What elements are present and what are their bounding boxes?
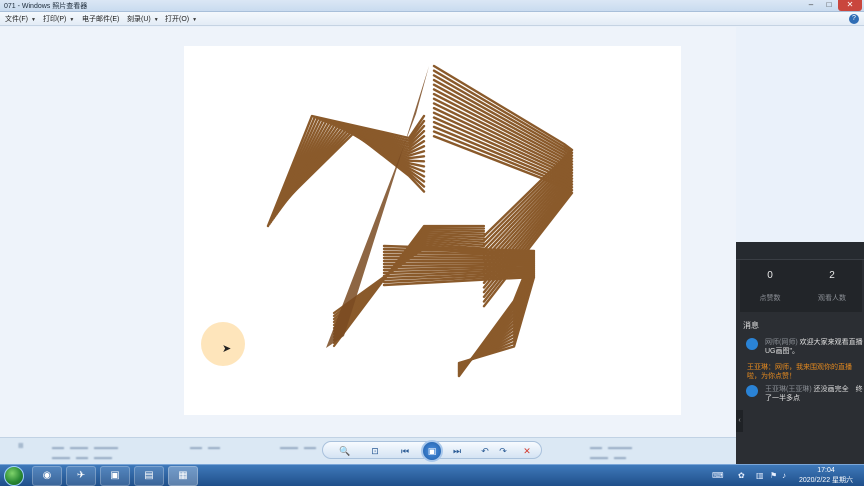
taskbar-app-feather[interactable]: ✈	[66, 466, 96, 486]
volume-icon[interactable]: ♪	[782, 471, 786, 480]
taskbar-app-media[interactable]: ▣	[100, 466, 130, 486]
window-title: 071 - Windows 照片查看器	[4, 3, 88, 10]
chevron-down-icon: ▼	[192, 17, 198, 23]
keyboard-icon[interactable]: ⌨	[712, 471, 724, 480]
system-clock[interactable]: 17:04 2020/2/22 星期六	[796, 466, 856, 486]
tray-flower-icon[interactable]: ✿	[738, 471, 745, 480]
avatar	[746, 338, 758, 350]
avatar	[746, 385, 758, 397]
chevron-down-icon: ▼	[30, 17, 36, 23]
panel-header	[736, 242, 864, 260]
menu-email[interactable]: 电子邮件(E)	[82, 14, 119, 24]
menu-bar: 文件(F) ▼ 打印(P) ▼ 电子邮件(E) 刻录(U) ▼ 打开(O) ▼ ?	[0, 12, 864, 26]
live-side-panel: 0 点赞数 2 观看人数 消息 网师(网师) 欢迎大家来观看直播UG画图"。 王…	[736, 242, 864, 464]
taskbar-app-photo-viewer[interactable]: ▦	[168, 466, 198, 486]
chevron-down-icon: ▼	[153, 17, 159, 23]
menu-burn[interactable]: 刻录(U) ▼	[127, 14, 159, 24]
likes-stat: 0 点赞数	[759, 270, 781, 302]
navigation-controls: 🔍 ⊡ ⏮ ▣ ⏭ ↶ ↷ ✕	[322, 440, 542, 462]
wire-star-coil-model	[266, 64, 574, 378]
stats-box: 0 点赞数 2 观看人数	[740, 260, 862, 312]
mouse-cursor-icon: ➤	[222, 343, 232, 355]
minimize-button[interactable]: –	[802, 0, 820, 11]
chevron-down-icon: ▼	[69, 17, 75, 23]
taskbar: ◉ ✈ ▣ ▤ ▦ ⌨ ✿ ▥ ⚑ ♪ 17:04 2020/2/22 星期六	[0, 464, 864, 486]
fit-window-icon[interactable]: ⊡	[367, 445, 383, 457]
zoom-icon[interactable]: 🔍	[337, 445, 353, 457]
start-button[interactable]	[4, 466, 24, 486]
messages-title: 消息	[743, 321, 759, 330]
menu-print[interactable]: 打印(P) ▼	[43, 14, 74, 24]
next-button[interactable]: ⏭	[449, 445, 465, 457]
rotate-ccw-icon[interactable]: ↶	[477, 445, 493, 457]
taskbar-app-folder[interactable]: ▤	[134, 466, 164, 486]
help-icon[interactable]: ?	[849, 14, 859, 24]
rotate-cw-icon[interactable]: ↷	[495, 445, 511, 457]
message-item: 王亚琳(王亚琳) 还没画完全 终了一半多点	[744, 385, 864, 407]
network-icon[interactable]: ▥	[756, 471, 764, 480]
message-item-notice: 王亚琳：网师，我来围观你的直播啦，为你点赞！	[747, 364, 852, 380]
viewers-stat: 2 观看人数	[818, 270, 846, 302]
close-button[interactable]: ✕	[838, 0, 862, 11]
delete-icon[interactable]: ✕	[519, 445, 535, 457]
displayed-photo	[184, 46, 681, 415]
message-item: 网师(网师) 欢迎大家来观看直播UG画图"。	[744, 338, 864, 360]
flag-icon[interactable]: ⚑	[770, 471, 777, 480]
panel-collapse-handle[interactable]: ‹	[736, 410, 743, 432]
menu-open[interactable]: 打开(O) ▼	[165, 14, 197, 24]
slideshow-button[interactable]: ▣	[421, 440, 443, 462]
previous-button[interactable]: ⏮	[397, 445, 413, 457]
wire-spine	[326, 66, 429, 348]
taskbar-app-browser[interactable]: ◉	[32, 466, 62, 486]
menu-file[interactable]: 文件(F) ▼	[5, 14, 36, 24]
title-bar: 071 - Windows 照片查看器 – □ ✕	[0, 0, 864, 12]
maximize-button[interactable]: □	[820, 0, 838, 11]
